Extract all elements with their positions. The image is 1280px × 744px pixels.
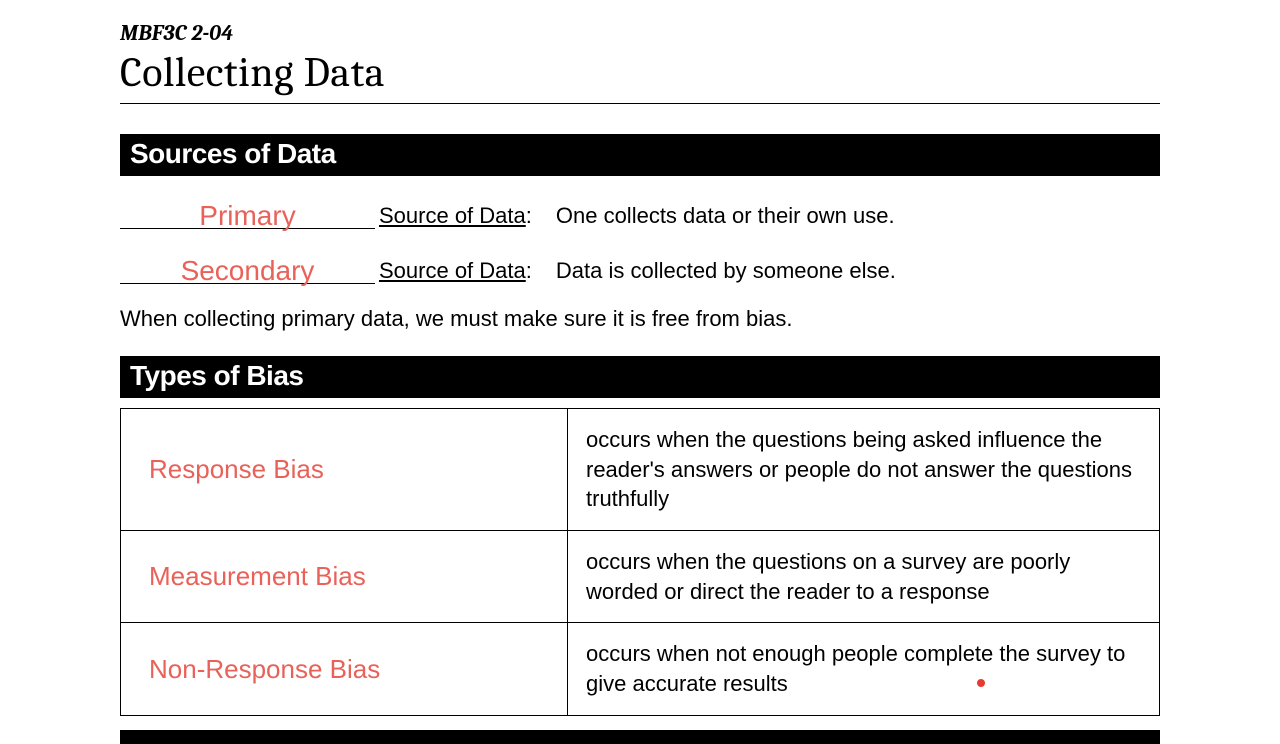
fill-in-blank: Secondary <box>120 251 375 284</box>
definition-row: Primary Source of Data: One collects dat… <box>120 196 1160 229</box>
section-heading-bias: Types of Bias <box>120 356 1160 398</box>
course-code: MBF3C 2-04 <box>120 20 1160 46</box>
handwritten-answer: Secondary <box>181 255 315 286</box>
bias-term: Non-Response Bias <box>121 623 568 715</box>
bias-term: Measurement Bias <box>121 531 568 623</box>
definition-row: Secondary Source of Data: Data is collec… <box>120 251 1160 284</box>
section-heading-next <box>120 730 1160 744</box>
table-row: Measurement Bias occurs when the questio… <box>121 531 1160 623</box>
bias-description: occurs when not enough people complete t… <box>568 623 1160 715</box>
table-row: Non-Response Bias occurs when not enough… <box>121 623 1160 715</box>
definitions-block: Primary Source of Data: One collects dat… <box>120 196 1160 284</box>
section-heading-sources: Sources of Data <box>120 134 1160 176</box>
definition-label: Source of Data <box>379 258 526 284</box>
colon: : <box>526 258 532 284</box>
definition-description: Data is collected by someone else. <box>556 258 896 284</box>
bias-description: occurs when the questions being asked in… <box>568 409 1160 531</box>
bias-table: Response Bias occurs when the questions … <box>120 408 1160 716</box>
definition-label: Source of Data <box>379 203 526 229</box>
title-rule <box>120 103 1160 104</box>
document-page: MBF3C 2-04 Collecting Data Sources of Da… <box>0 0 1280 744</box>
handwritten-answer: Primary <box>199 200 295 231</box>
fill-in-blank: Primary <box>120 196 375 229</box>
table-row: Response Bias occurs when the questions … <box>121 409 1160 531</box>
definition-description: One collects data or their own use. <box>556 203 895 229</box>
bias-description: occurs when the questions on a survey ar… <box>568 531 1160 623</box>
bias-term: Response Bias <box>121 409 568 531</box>
laser-pointer-icon <box>977 679 985 687</box>
colon: : <box>526 203 532 229</box>
page-title: Collecting Data <box>120 48 1160 97</box>
body-note: When collecting primary data, we must ma… <box>120 306 1160 332</box>
